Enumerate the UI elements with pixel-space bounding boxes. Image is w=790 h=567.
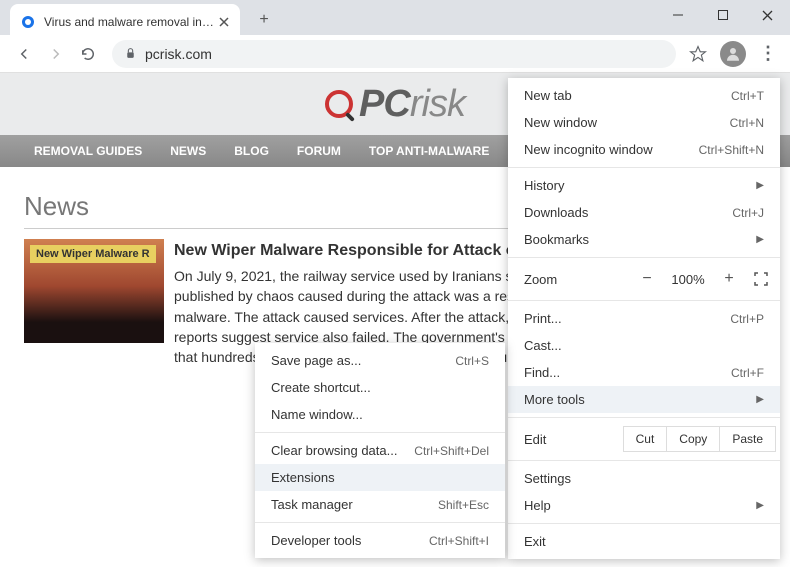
minimize-button[interactable] — [655, 0, 700, 30]
toolbar: pcrisk.com ⋮ — [0, 35, 790, 73]
chevron-right-icon: ▶ — [756, 234, 764, 245]
edit-label: Edit — [524, 432, 624, 447]
chevron-right-icon: ▶ — [756, 394, 764, 405]
cut-button[interactable]: Cut — [623, 426, 668, 452]
menu-incognito[interactable]: New incognito windowCtrl+Shift+N — [508, 136, 780, 163]
nav-forum[interactable]: FORUM — [283, 144, 355, 158]
zoom-out-button[interactable]: − — [634, 266, 660, 292]
menu-new-window[interactable]: New windowCtrl+N — [508, 109, 780, 136]
logo-pc: PC — [359, 83, 410, 126]
zoom-label: Zoom — [524, 272, 634, 287]
menu-bookmarks[interactable]: Bookmarks▶ — [508, 226, 780, 253]
close-window-button[interactable] — [745, 0, 790, 30]
menu-exit[interactable]: Exit — [508, 528, 780, 555]
tab-close-icon[interactable] — [216, 14, 232, 30]
chrome-menu: New tabCtrl+T New windowCtrl+N New incog… — [508, 78, 780, 559]
nav-removal-guides[interactable]: REMOVAL GUIDES — [20, 144, 156, 158]
forward-button[interactable] — [40, 38, 72, 70]
menu-find[interactable]: Find...Ctrl+F — [508, 359, 780, 386]
window-controls — [655, 0, 790, 30]
nav-top-antimalware[interactable]: TOP ANTI-MALWARE — [355, 144, 503, 158]
back-button[interactable] — [8, 38, 40, 70]
menu-print[interactable]: Print...Ctrl+P — [508, 305, 780, 332]
menu-new-tab[interactable]: New tabCtrl+T — [508, 82, 780, 109]
menu-settings[interactable]: Settings — [508, 465, 780, 492]
tab-title: Virus and malware removal instru — [44, 15, 216, 29]
menu-cast[interactable]: Cast... — [508, 332, 780, 359]
profile-avatar[interactable] — [720, 41, 746, 67]
chrome-menu-button[interactable]: ⋮ — [754, 40, 782, 68]
nav-blog[interactable]: BLOG — [220, 144, 283, 158]
zoom-in-button[interactable]: + — [716, 266, 742, 292]
star-icon[interactable] — [684, 40, 712, 68]
paste-button[interactable]: Paste — [719, 426, 776, 452]
submenu-task-manager[interactable]: Task managerShift+Esc — [255, 491, 505, 518]
maximize-button[interactable] — [700, 0, 745, 30]
favicon-icon — [20, 14, 36, 30]
fullscreen-button[interactable] — [748, 266, 774, 292]
menu-downloads[interactable]: DownloadsCtrl+J — [508, 199, 780, 226]
url-text: pcrisk.com — [145, 46, 212, 62]
menu-help[interactable]: Help▶ — [508, 492, 780, 519]
menu-more-tools[interactable]: More tools▶ — [508, 386, 780, 413]
chevron-right-icon: ▶ — [756, 180, 764, 191]
thumbnail-label: New Wiper Malware R — [30, 245, 156, 263]
submenu-clear-data[interactable]: Clear browsing data...Ctrl+Shift+Del — [255, 437, 505, 464]
magnifier-icon — [325, 90, 353, 118]
lock-icon — [124, 47, 137, 60]
chevron-right-icon: ▶ — [756, 500, 764, 511]
browser-tab[interactable]: Virus and malware removal instru — [10, 4, 240, 39]
nav-news[interactable]: NEWS — [156, 144, 220, 158]
menu-history[interactable]: History▶ — [508, 172, 780, 199]
site-logo[interactable]: PCrisk — [325, 83, 465, 126]
submenu-save-page[interactable]: Save page as...Ctrl+S — [255, 347, 505, 374]
menu-zoom-row: Zoom − 100% + — [508, 262, 780, 296]
reload-button[interactable] — [72, 38, 104, 70]
new-tab-button[interactable]: + — [250, 6, 278, 34]
copy-button[interactable]: Copy — [666, 426, 720, 452]
menu-edit-row: Edit Cut Copy Paste — [508, 422, 780, 456]
article-thumbnail[interactable]: New Wiper Malware R — [24, 239, 164, 343]
zoom-value: 100% — [666, 272, 710, 287]
submenu-extensions[interactable]: Extensions — [255, 464, 505, 491]
logo-risk: risk — [410, 83, 465, 126]
submenu-create-shortcut[interactable]: Create shortcut... — [255, 374, 505, 401]
address-bar[interactable]: pcrisk.com — [112, 40, 676, 68]
more-tools-submenu: Save page as...Ctrl+S Create shortcut...… — [255, 343, 505, 558]
title-bar: Virus and malware removal instru + — [0, 0, 790, 35]
submenu-dev-tools[interactable]: Developer toolsCtrl+Shift+I — [255, 527, 505, 554]
submenu-name-window[interactable]: Name window... — [255, 401, 505, 428]
